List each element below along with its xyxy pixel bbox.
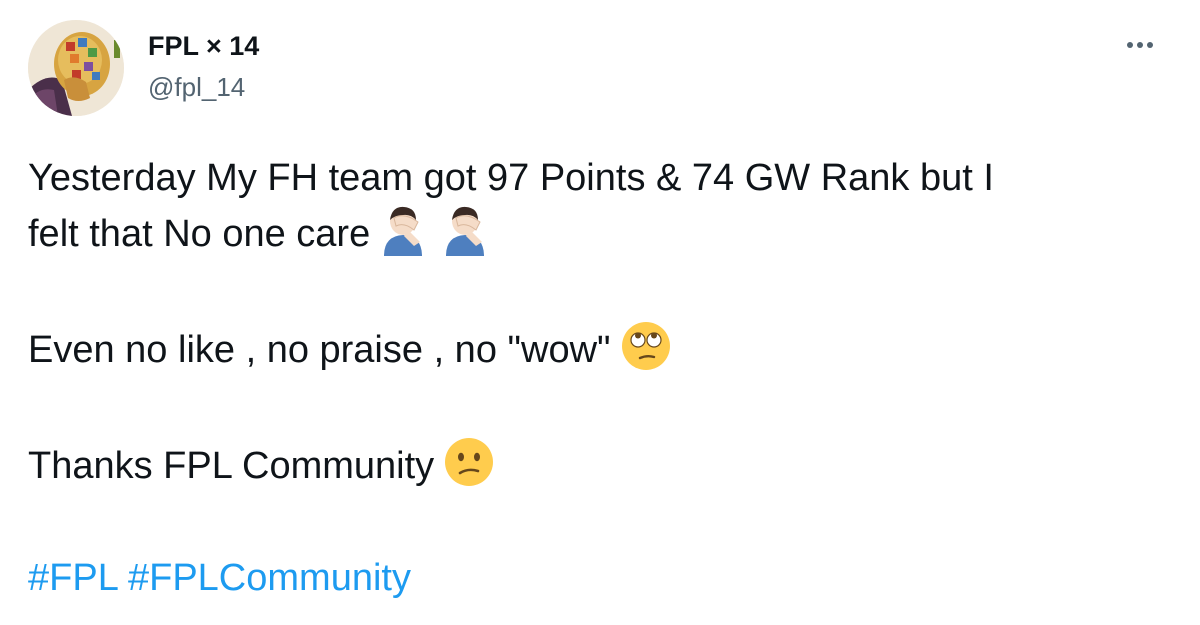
- handle[interactable]: @fpl_14: [148, 70, 259, 104]
- tweet-line-4-text: Thanks FPL Community: [28, 445, 435, 487]
- tweet-text: Yesterday My FH team got 97 Points & 74 …: [28, 152, 1178, 604]
- more-options-button[interactable]: [1118, 30, 1162, 60]
- tweet-line-3: Even no like , no praise , no "wow": [28, 320, 1178, 376]
- confused-face-emoji: [442, 436, 496, 488]
- tweet-line-1: Yesterday My FH team got 97 Points & 74 …: [28, 157, 994, 199]
- more-horizontal-icon: [1127, 42, 1153, 48]
- man-facepalming-emoji: [440, 204, 494, 256]
- avatar-image: [28, 20, 124, 116]
- tweet-line-3-text: Even no like , no praise , no "wow": [28, 329, 611, 371]
- hashtags: #FPL #FPLCommunity: [28, 552, 1178, 604]
- tweet-card[interactable]: FPL × 14 @fpl_14 Yesterday My FH team go…: [0, 0, 1200, 625]
- author-block[interactable]: FPL × 14 @fpl_14: [148, 30, 259, 104]
- hashtag-fpl[interactable]: #FPL: [28, 557, 117, 599]
- avatar[interactable]: [28, 20, 124, 116]
- tweet-line-4: Thanks FPL Community: [28, 436, 1178, 492]
- hashtag-fplcommunity[interactable]: #FPLCommunity: [128, 557, 411, 599]
- face-with-rolling-eyes-emoji: [619, 320, 673, 372]
- man-facepalming-emoji: [378, 204, 432, 256]
- tweet-line-2: felt that No one care: [28, 204, 1178, 260]
- tweet-line-2-text: felt that No one care: [28, 213, 371, 255]
- display-name[interactable]: FPL × 14: [148, 30, 259, 62]
